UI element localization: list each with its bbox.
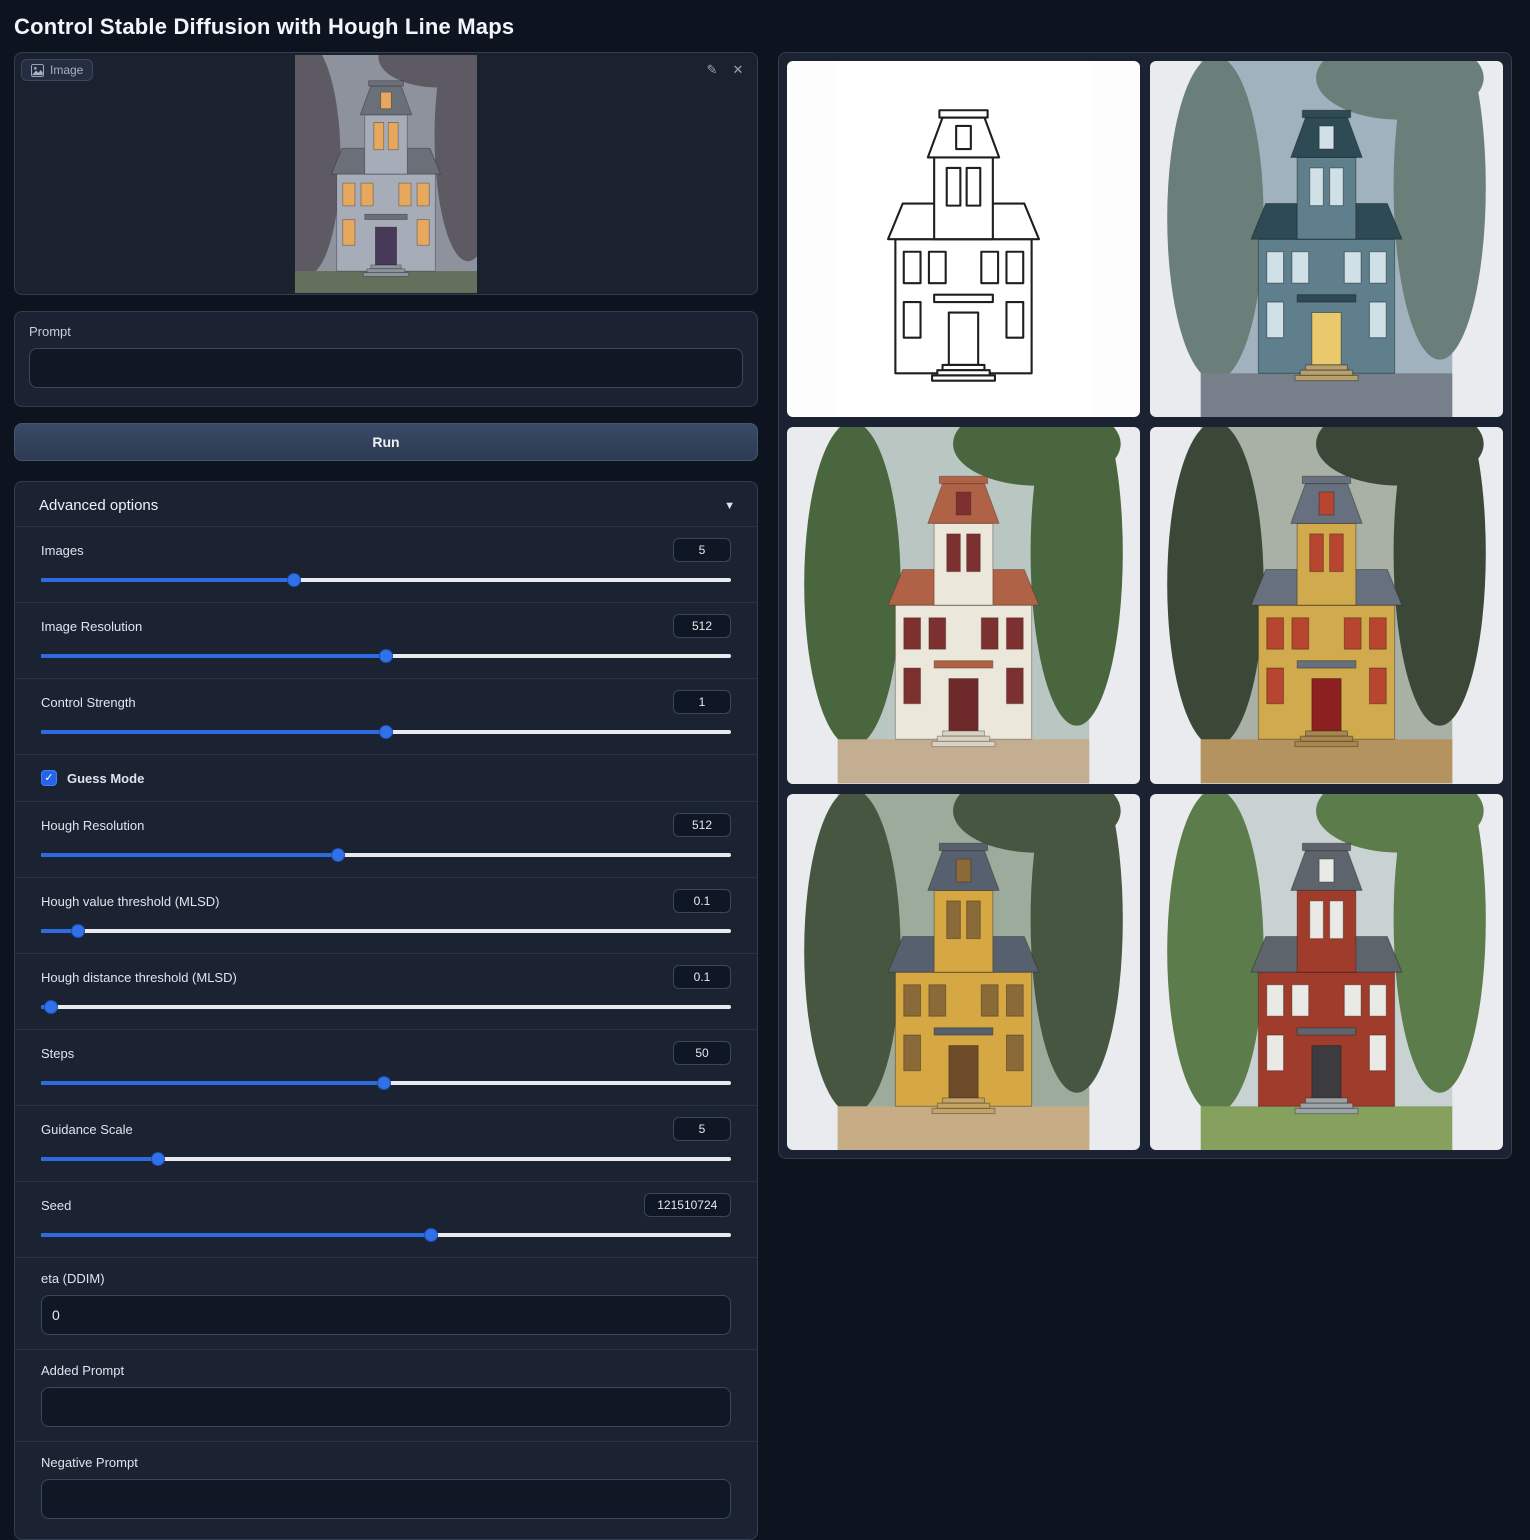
slider-value-hough-resolution[interactable] <box>673 813 731 837</box>
slider-label-seed: Seed <box>41 1198 71 1213</box>
textbox-label-eta-ddim: eta (DDIM) <box>41 1271 731 1286</box>
results-column <box>778 52 1512 1159</box>
slider-fill-control-strength <box>41 730 386 734</box>
advanced-controls: Images Image Resolution Control Strength ✓ G… <box>15 526 757 1533</box>
slider-handle-image-resolution[interactable] <box>379 649 393 663</box>
slider-row-image-resolution: Image Resolution <box>15 602 757 678</box>
slider-track-steps[interactable] <box>41 1075 731 1091</box>
prompt-input[interactable] <box>29 348 743 388</box>
slider-label-image-resolution: Image Resolution <box>41 619 142 634</box>
painting-red-house-image <box>1150 794 1503 1150</box>
checkbox-label-guess-mode: Guess Mode <box>67 771 144 786</box>
slider-track-images[interactable] <box>41 572 731 588</box>
slider-handle-control-strength[interactable] <box>379 725 393 739</box>
slider-label-guidance-scale: Guidance Scale <box>41 1122 133 1137</box>
slider-row-hough-resolution: Hough Resolution <box>15 801 757 877</box>
gallery-item-painting-red-house[interactable] <box>1150 794 1503 1150</box>
slider-row-seed: Seed <box>15 1181 757 1257</box>
textbox-label-added-prompt: Added Prompt <box>41 1363 731 1378</box>
slider-row-images: Images <box>15 526 757 602</box>
slider-value-guidance-scale[interactable] <box>673 1117 731 1141</box>
textbox-input-eta-ddim[interactable] <box>41 1295 731 1335</box>
slider-value-control-strength[interactable] <box>673 690 731 714</box>
advanced-options-panel: Advanced options ▼ Images Image Resolutio… <box>14 481 758 1540</box>
gallery-item-painting-yellow-house[interactable] <box>1150 427 1503 783</box>
slider-handle-hough-resolution[interactable] <box>331 848 345 862</box>
gallery-item-painting-teal-house[interactable] <box>1150 61 1503 417</box>
slider-row-steps: Steps <box>15 1029 757 1105</box>
edit-image-button[interactable]: ✎ <box>701 59 723 81</box>
run-button[interactable]: Run <box>14 423 758 461</box>
slider-value-hough-distance-threshold-mlsd[interactable] <box>673 965 731 989</box>
slider-value-hough-value-threshold-mlsd[interactable] <box>673 889 731 913</box>
painting-yellow-house-image <box>1150 427 1503 783</box>
uploaded-image[interactable] <box>295 55 477 293</box>
slider-track-control-strength[interactable] <box>41 724 731 740</box>
slider-value-image-resolution[interactable] <box>673 614 731 638</box>
clear-image-button[interactable]: ✕ <box>727 59 749 81</box>
textbox-row-added-prompt: Added Prompt <box>15 1349 757 1441</box>
slider-value-images[interactable] <box>673 538 731 562</box>
slider-value-seed[interactable] <box>644 1193 731 1217</box>
textbox-input-negative-prompt[interactable] <box>41 1479 731 1519</box>
prompt-label: Prompt <box>29 324 743 339</box>
painting-teal-house-image <box>1150 61 1503 417</box>
checkbox-row-guess-mode: ✓ Guess Mode <box>15 754 757 801</box>
slider-fill-image-resolution <box>41 654 386 658</box>
victorian-house-photo <box>295 55 477 293</box>
slider-label-hough-value-threshold-mlsd: Hough value threshold (MLSD) <box>41 894 219 909</box>
slider-fill-hough-resolution <box>41 853 338 857</box>
slider-fill-guidance-scale <box>41 1157 158 1161</box>
slider-row-control-strength: Control Strength <box>15 678 757 754</box>
slider-track-hough-value-threshold-mlsd[interactable] <box>41 923 731 939</box>
textbox-row-eta-ddim: eta (DDIM) <box>15 1257 757 1349</box>
painting-gold-house-image <box>787 794 1140 1150</box>
slider-track-hough-resolution[interactable] <box>41 847 731 863</box>
slider-row-hough-value-threshold-mlsd: Hough value threshold (MLSD) <box>15 877 757 953</box>
collapse-arrow-icon: ▼ <box>724 500 735 512</box>
slider-handle-guidance-scale[interactable] <box>151 1152 165 1166</box>
slider-label-images: Images <box>41 543 84 558</box>
slider-label-steps: Steps <box>41 1046 74 1061</box>
slider-handle-images[interactable] <box>287 573 301 587</box>
slider-label-hough-resolution: Hough Resolution <box>41 818 144 833</box>
slider-row-guidance-scale: Guidance Scale <box>15 1105 757 1181</box>
page-title: Control Stable Diffusion with Hough Line… <box>0 0 1530 52</box>
checkbox-guess-mode[interactable]: ✓ <box>41 770 57 786</box>
slider-handle-seed[interactable] <box>424 1228 438 1242</box>
gallery-item-painting-white-house[interactable] <box>787 427 1140 783</box>
image-label-chip: Image <box>21 59 93 81</box>
prompt-panel: Prompt <box>14 311 758 407</box>
slider-fill-seed <box>41 1233 431 1237</box>
output-gallery <box>778 52 1512 1159</box>
slider-track-image-resolution[interactable] <box>41 648 731 664</box>
slider-fill-steps <box>41 1081 384 1085</box>
slider-handle-steps[interactable] <box>377 1076 391 1090</box>
hough-line-map-image <box>787 61 1140 417</box>
slider-handle-hough-distance-threshold-mlsd[interactable] <box>44 1000 58 1014</box>
textbox-input-added-prompt[interactable] <box>41 1387 731 1427</box>
textbox-label-negative-prompt: Negative Prompt <box>41 1455 731 1470</box>
painting-white-house-image <box>787 427 1140 783</box>
main-layout: Image ✎ ✕ <box>0 52 1530 1540</box>
controls-column: Image ✎ ✕ <box>14 52 758 1540</box>
slider-track-hough-distance-threshold-mlsd[interactable] <box>41 999 731 1015</box>
slider-handle-hough-value-threshold-mlsd[interactable] <box>71 924 85 938</box>
advanced-options-header[interactable]: Advanced options ▼ <box>15 482 757 526</box>
slider-track-guidance-scale[interactable] <box>41 1151 731 1167</box>
gallery-item-hough-line-map[interactable] <box>787 61 1140 417</box>
slider-fill-images <box>41 578 294 582</box>
slider-track-seed[interactable] <box>41 1227 731 1243</box>
image-panel-actions: ✎ ✕ <box>701 59 749 81</box>
image-icon <box>31 64 44 77</box>
slider-row-hough-distance-threshold-mlsd: Hough distance threshold (MLSD) <box>15 953 757 1029</box>
gallery-item-painting-gold-house[interactable] <box>787 794 1140 1150</box>
slider-label-control-strength: Control Strength <box>41 695 136 710</box>
slider-value-steps[interactable] <box>673 1041 731 1065</box>
image-label: Image <box>50 63 83 77</box>
slider-label-hough-distance-threshold-mlsd: Hough distance threshold (MLSD) <box>41 970 237 985</box>
advanced-options-title: Advanced options <box>39 497 158 514</box>
input-image-panel: Image ✎ ✕ <box>14 52 758 295</box>
